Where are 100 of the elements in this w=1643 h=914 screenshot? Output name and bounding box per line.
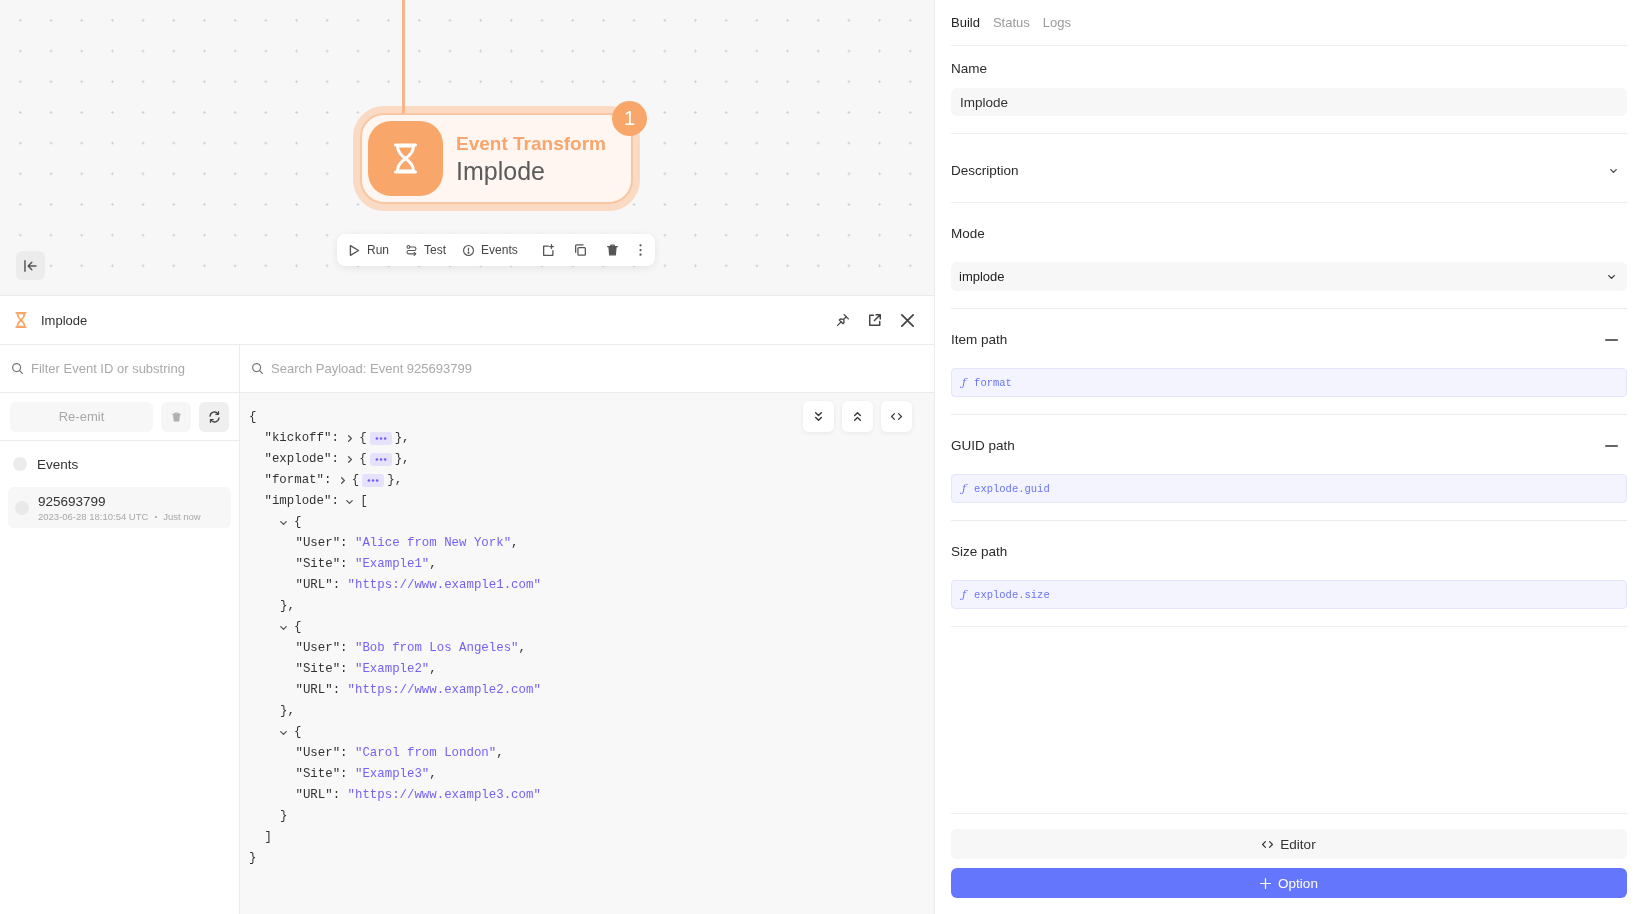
json-string: "https://www.example1.com" bbox=[347, 577, 541, 594]
json-bracket: }, bbox=[280, 598, 295, 615]
json-string: "Carol from London" bbox=[354, 745, 497, 762]
json-string: "Example1" bbox=[354, 556, 430, 573]
json-bracket: [ bbox=[360, 493, 368, 510]
ellipsis-icon[interactable] bbox=[369, 432, 392, 445]
inspector-tab[interactable]: Build bbox=[951, 15, 980, 30]
chevron-right-icon[interactable] bbox=[348, 435, 353, 442]
route-icon bbox=[406, 244, 417, 256]
json-string: "Alice from New York" bbox=[354, 535, 512, 552]
expression-field[interactable]: ƒ explode.guid bbox=[951, 474, 1627, 503]
ellipsis-icon[interactable] bbox=[362, 474, 385, 487]
json-bracket: { bbox=[351, 472, 360, 489]
collapse-button[interactable] bbox=[16, 251, 45, 280]
expand-all-button[interactable] bbox=[803, 401, 834, 432]
payload-search-field[interactable]: Search Payload: Event 925693799 bbox=[271, 358, 922, 379]
chevron-down-icon[interactable] bbox=[1610, 169, 1617, 173]
editor-button[interactable]: Editor bbox=[951, 829, 1627, 859]
json-bracket: { bbox=[294, 724, 302, 741]
json-string: "https://www.example3.com" bbox=[347, 787, 541, 804]
json-key: "explode": bbox=[264, 449, 339, 470]
events-button[interactable]: Events bbox=[457, 238, 524, 262]
json-string: "Example2" bbox=[354, 661, 430, 678]
chevron-right-icon[interactable] bbox=[340, 477, 345, 484]
meta-separator: • bbox=[154, 510, 158, 523]
json-key: "User": bbox=[295, 533, 348, 554]
trash-icon bbox=[171, 411, 181, 422]
event-row[interactable]: 925693799 2023-06-28 18:10:54 UTC • Just now bbox=[8, 487, 231, 528]
json-bracket: } bbox=[280, 808, 288, 825]
alert-circle-icon bbox=[463, 244, 475, 256]
chevrons-up-icon bbox=[854, 412, 861, 421]
json-bracket: }, bbox=[394, 451, 410, 468]
json-bracket: }, bbox=[394, 430, 410, 447]
json-key: "User": bbox=[295, 743, 348, 764]
copy-icon[interactable] bbox=[574, 244, 586, 256]
field-label: Item path bbox=[951, 331, 1008, 349]
events-heading: Events bbox=[37, 456, 79, 472]
chevron-down-icon[interactable] bbox=[280, 520, 287, 525]
trash-icon[interactable] bbox=[606, 244, 618, 256]
json-key: "format": bbox=[264, 470, 332, 491]
json-bracket: }, bbox=[387, 472, 403, 489]
event-id: 925693799 bbox=[38, 492, 107, 510]
function-icon: ƒ bbox=[962, 482, 967, 495]
refresh-button[interactable] bbox=[199, 401, 229, 432]
node-category: Event Transform bbox=[456, 131, 606, 156]
json-punctuation: , bbox=[518, 640, 526, 657]
json-bracket: { bbox=[359, 430, 367, 447]
search-icon bbox=[12, 363, 23, 374]
json-punctuation: , bbox=[429, 766, 437, 783]
add-option-button[interactable]: Option bbox=[951, 868, 1627, 898]
panel-title: Implode bbox=[41, 312, 88, 328]
text-field[interactable]: Implode bbox=[951, 88, 1627, 116]
function-icon: ƒ bbox=[962, 588, 967, 601]
json-bracket: { bbox=[249, 409, 257, 426]
json-punctuation: , bbox=[429, 661, 437, 678]
count-badge: 1 bbox=[612, 101, 647, 136]
collapse-left-icon bbox=[24, 259, 37, 272]
filter-field[interactable]: Filter Event ID or substring bbox=[31, 358, 227, 379]
json-bracket: } bbox=[249, 850, 257, 867]
more-vertical-icon[interactable] bbox=[638, 244, 642, 256]
code-icon bbox=[1262, 839, 1274, 849]
chevron-down-icon bbox=[1608, 274, 1615, 279]
refresh-icon bbox=[208, 410, 220, 423]
expression-field[interactable]: ƒ explode.size bbox=[951, 580, 1627, 609]
json-bracket: ] bbox=[264, 829, 272, 846]
section-label: Description bbox=[951, 162, 1019, 180]
json-punctuation: , bbox=[496, 745, 504, 762]
json-key: "User": bbox=[295, 638, 348, 659]
json-bracket: { bbox=[294, 514, 302, 531]
json-string: "Example3" bbox=[354, 766, 430, 783]
chevrons-down-icon bbox=[815, 412, 822, 421]
function-icon: ƒ bbox=[962, 376, 967, 389]
chevron-down-icon[interactable] bbox=[280, 625, 287, 630]
collapse-all-button[interactable] bbox=[842, 401, 873, 432]
json-punctuation: , bbox=[511, 535, 519, 552]
play-icon bbox=[349, 244, 360, 256]
json-punctuation: , bbox=[429, 556, 437, 573]
event-timestamp: 2023-06-28 18:10:54 UTC bbox=[38, 509, 149, 523]
test-button[interactable]: Test bbox=[400, 238, 453, 262]
json-key: "implode": bbox=[264, 491, 339, 512]
ellipsis-icon[interactable] bbox=[369, 453, 392, 466]
chevron-down-icon[interactable] bbox=[280, 730, 287, 735]
run-button[interactable]: Run bbox=[343, 238, 395, 262]
close-icon[interactable] bbox=[901, 313, 914, 327]
expression-field[interactable]: ƒ format bbox=[951, 368, 1627, 397]
field-label: Mode bbox=[951, 225, 986, 243]
json-bracket: { bbox=[294, 619, 302, 636]
code-icon bbox=[891, 413, 902, 420]
hourglass-icon bbox=[368, 121, 443, 196]
plus-icon bbox=[1260, 877, 1272, 889]
external-link-icon[interactable] bbox=[869, 314, 881, 326]
dropdown-select[interactable]: implode bbox=[951, 262, 1627, 291]
chevron-down-icon[interactable] bbox=[346, 499, 354, 504]
json-bracket: { bbox=[359, 451, 367, 468]
chevron-right-icon[interactable] bbox=[348, 456, 353, 463]
pin-icon[interactable] bbox=[837, 314, 849, 326]
json-key: "URL": bbox=[295, 785, 341, 806]
json-bracket: }, bbox=[280, 703, 295, 720]
field-label: Size path bbox=[951, 543, 1008, 561]
square-plus-icon[interactable] bbox=[542, 244, 554, 256]
